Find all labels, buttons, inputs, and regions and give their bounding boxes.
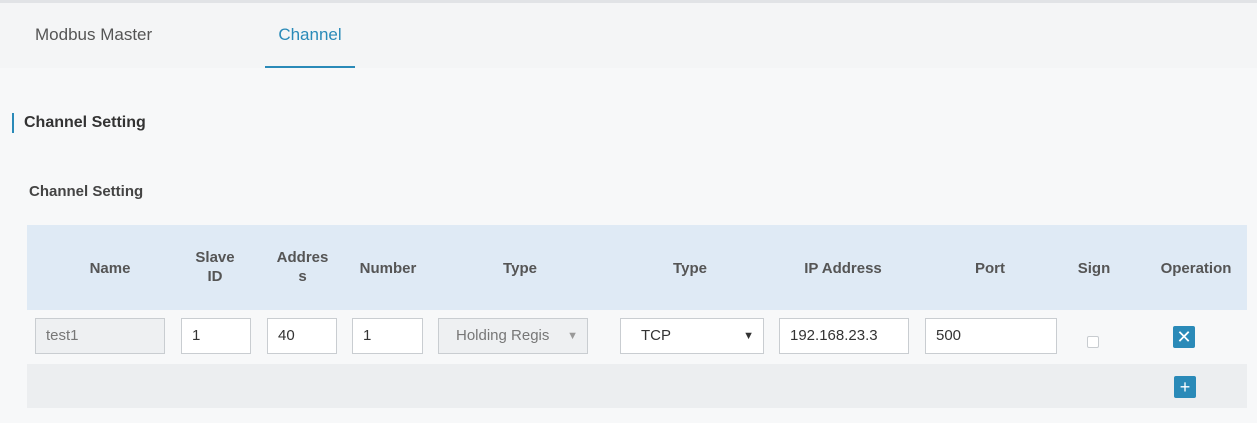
port-field[interactable]: 500	[925, 318, 1057, 354]
header-slave-id: Slave ID	[180, 248, 250, 286]
header-port: Port	[975, 260, 1005, 277]
header-ip-address: IP Address	[804, 260, 882, 277]
sub-title: Channel Setting	[29, 183, 144, 200]
header-number: Number	[359, 260, 417, 277]
delete-row-button[interactable]: ✕	[1173, 326, 1195, 348]
protocol-type-value: TCP	[641, 327, 671, 344]
header-address: Addres s	[265, 248, 340, 286]
sign-checkbox[interactable]	[1087, 336, 1099, 348]
address-field[interactable]: 40	[267, 318, 337, 354]
header-name: Name	[89, 260, 131, 277]
tab-bar: Modbus Master Channel	[0, 0, 1257, 68]
close-icon: ✕	[1176, 327, 1192, 347]
register-type-value: Holding Regis	[456, 327, 550, 344]
tab-channel[interactable]: Channel	[265, 3, 355, 68]
header-protocol-type: Type	[673, 260, 707, 277]
section-title: Channel Setting	[12, 113, 146, 133]
plus-icon: +	[1179, 377, 1191, 397]
register-type-select: Holding Regis ▼	[438, 318, 588, 354]
header-sign: Sign	[1077, 260, 1111, 277]
number-field[interactable]: 1	[352, 318, 423, 354]
dropdown-arrow-icon: ▼	[567, 330, 578, 342]
slave-id-field[interactable]: 1	[181, 318, 251, 354]
protocol-type-select[interactable]: TCP ▼	[620, 318, 764, 354]
tab-modbus-master[interactable]: Modbus Master	[35, 3, 152, 68]
table-add-row	[27, 364, 1247, 408]
header-slave-id-line2: ID	[207, 268, 223, 285]
add-row-button[interactable]: +	[1174, 376, 1196, 398]
name-field: test1	[35, 318, 165, 354]
header-operation: Operation	[1160, 260, 1232, 277]
dropdown-arrow-icon: ▼	[743, 330, 754, 342]
header-slave-id-line1: Slave	[195, 249, 235, 266]
header-address-line1: Addres	[276, 249, 329, 266]
header-register-type: Type	[503, 260, 537, 277]
header-address-line2: s	[298, 268, 307, 285]
ip-address-field[interactable]: 192.168.23.3	[779, 318, 909, 354]
